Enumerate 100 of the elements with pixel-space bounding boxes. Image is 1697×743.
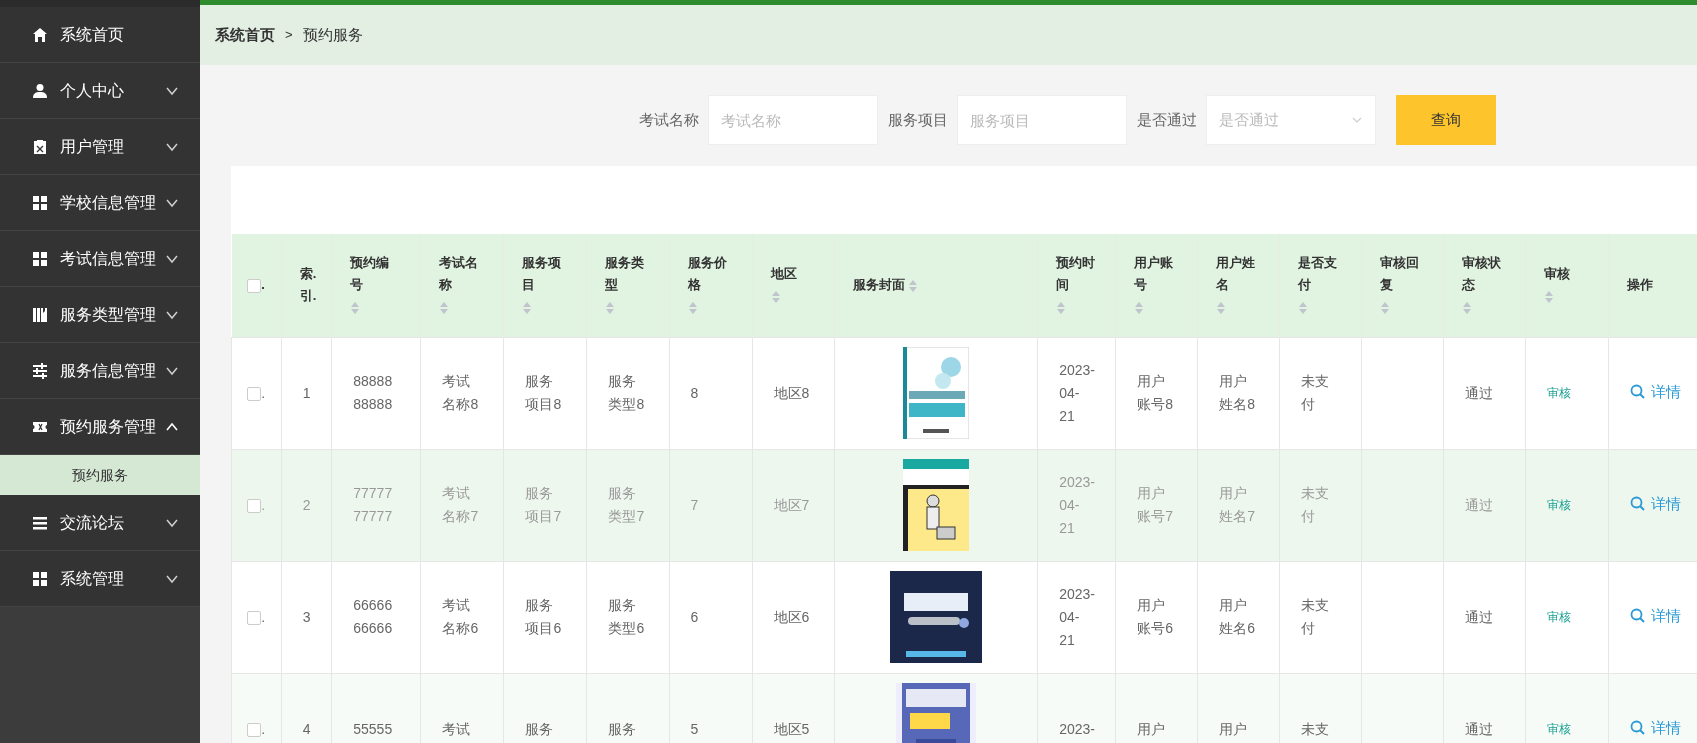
columns-icon [32, 306, 48, 323]
sort-icon [1134, 300, 1145, 315]
table-cell: 通过 [1465, 608, 1494, 625]
sort-icon [350, 300, 361, 315]
sidebar-subitem[interactable]: 预约服务 [0, 455, 200, 495]
table-cell: 通过 [1465, 496, 1494, 513]
user-icon [32, 82, 48, 99]
column-header[interactable]: 服务封面 [852, 274, 905, 297]
breadcrumb-current: 预约服务 [302, 24, 363, 45]
sidebar-item[interactable]: 预约服务管理 [0, 399, 200, 455]
table-cell: 通过 [1465, 384, 1494, 401]
table-cell: 考试名称7 [442, 485, 479, 524]
sort-icon [770, 289, 781, 304]
select-suffix: . [261, 277, 265, 293]
table-cell: 考试名称8 [442, 373, 479, 412]
sidebar-item[interactable]: 系统管理 [0, 551, 200, 607]
sidebar-item[interactable]: 服务信息管理 [0, 343, 200, 399]
sort-icon [1380, 300, 1391, 315]
sidebar-item[interactable]: 个人中心 [0, 63, 200, 119]
table-cell: 服务项目7 [525, 485, 562, 524]
sort-icon [1462, 300, 1473, 315]
table-cell: 2023-04-21 [1059, 361, 1095, 424]
field-label: 考试名称 [639, 109, 699, 130]
table-cell: 2023-04-21 [1059, 473, 1095, 536]
sort-icon [439, 300, 450, 315]
sort-icon [687, 300, 698, 315]
search-icon [1630, 608, 1646, 623]
sidebar-item[interactable]: 交流论坛 [0, 495, 200, 551]
checkbox[interactable] [247, 386, 262, 401]
table-cell: 88888 88888 [353, 373, 393, 412]
checkbox[interactable] [247, 722, 262, 737]
checkbox[interactable] [247, 610, 262, 625]
checkbox[interactable] [247, 278, 262, 293]
breadcrumb-link[interactable]: 系统首页 [215, 23, 275, 47]
table-cell: 7 [690, 496, 699, 513]
sidebar-item[interactable]: 服务类型管理 [0, 287, 200, 343]
select-suffix: . [261, 384, 266, 401]
search-button[interactable]: 查询 [1396, 95, 1496, 145]
sidebar-item[interactable]: 学校信息管理 [0, 175, 200, 231]
select-suffix: . [261, 496, 266, 513]
sidebar-item[interactable]: 系统首页 [0, 7, 200, 63]
table-cell: 2023-04-21 [1059, 585, 1095, 648]
input-field[interactable]: 考试名称 [708, 95, 878, 145]
sliders-icon [32, 362, 48, 379]
sidebar-item[interactable]: 考试信息管理 [0, 231, 200, 287]
table-cell: 用户 [1137, 720, 1166, 737]
sidebar-item[interactable]: 用户管理 [0, 119, 200, 175]
table-cell: 服务类型7 [608, 485, 645, 524]
column-header[interactable]: 索.引. [299, 263, 314, 308]
table-cell: 用户账号6 [1137, 597, 1173, 636]
sort-icon [908, 278, 919, 293]
table-cell: 用户姓名6 [1219, 597, 1255, 636]
list-icon [32, 514, 48, 531]
field-label: 是否通过 [1137, 109, 1197, 130]
field-label: 服务项目 [888, 109, 948, 130]
table-cell: 8 [690, 384, 699, 401]
column-header[interactable]: 地区 [770, 263, 816, 286]
table-cell: 66666 66666 [353, 597, 393, 636]
table-cell: 服务项目8 [525, 373, 562, 412]
column-header[interactable]: 操作 [1627, 274, 1697, 297]
table-cell: 考试 [442, 720, 471, 737]
table-cell: 5 [690, 720, 699, 737]
index-cell: 2 [302, 496, 311, 513]
select-suffix: . [261, 720, 266, 737]
table-cell: 未支 [1301, 720, 1330, 737]
table-cell: 用户账号8 [1137, 373, 1173, 412]
table-cell: 6 [690, 608, 699, 625]
table-cell: 55555 [353, 720, 393, 737]
table-cell: 服务 [608, 720, 637, 737]
table-cell: 未支付 [1301, 485, 1330, 524]
index-cell: 1 [302, 384, 311, 401]
table-cell: 地区8 [773, 384, 810, 401]
checkbox[interactable] [247, 498, 262, 513]
sort-icon [605, 300, 616, 315]
table-cell: 地区7 [773, 496, 810, 513]
grid-icon [32, 194, 48, 211]
table-cell: 服务项目6 [525, 597, 562, 636]
table-cell: 服务类型8 [608, 373, 645, 412]
select-suffix: . [261, 608, 266, 625]
table-cell: 服务 [525, 720, 554, 737]
index-cell: 3 [302, 608, 311, 625]
table-cell: 用户姓名8 [1219, 373, 1255, 412]
home-icon [32, 26, 48, 43]
index-cell: 4 [302, 720, 311, 737]
input-field[interactable]: 服务项目 [957, 95, 1127, 145]
table-cell: 用户 [1219, 720, 1248, 737]
sort-icon [1544, 289, 1555, 304]
table-cell: 用户姓名7 [1219, 485, 1255, 524]
column-header[interactable]: 预约编号 [350, 252, 391, 297]
table-cell: 2023- [1059, 720, 1095, 737]
sort-icon [1216, 300, 1227, 315]
table-cell: 服务类型6 [608, 597, 645, 636]
table-cell: 考试名称6 [442, 597, 479, 636]
sort-icon [1298, 300, 1309, 315]
search-icon [1630, 384, 1646, 399]
table-cell: 地区5 [773, 720, 810, 737]
grid-icon [32, 570, 48, 587]
table-cell: 77777 77777 [353, 485, 393, 524]
column-header[interactable]: 审核 [1544, 263, 1591, 286]
table-cell: 通过 [1465, 720, 1494, 737]
